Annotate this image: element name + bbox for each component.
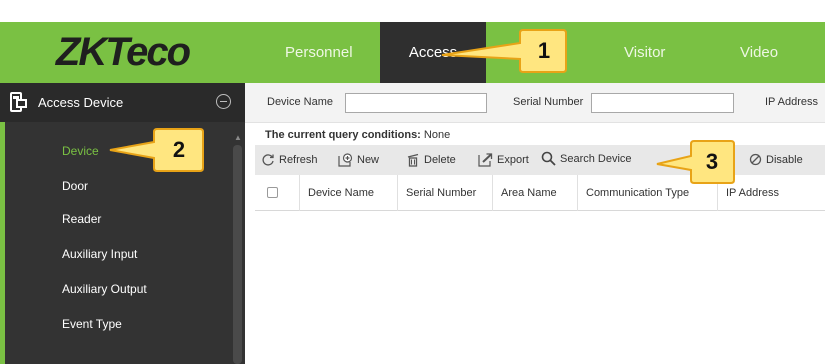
callout-2-number: 2 <box>172 137 186 162</box>
refresh-icon <box>262 154 274 166</box>
callout-1-number: 1 <box>537 38 551 63</box>
search-device-label: Search Device <box>560 152 632 165</box>
select-all-checkbox[interactable] <box>267 187 278 198</box>
callout-2: 2 <box>108 128 206 172</box>
delete-label: Delete <box>424 154 456 166</box>
select-all-cell <box>255 175 300 211</box>
sidebar-item-device[interactable]: Device <box>62 144 99 158</box>
search-device-button[interactable]: Search Device <box>541 151 632 166</box>
refresh-label: Refresh <box>279 154 318 166</box>
disable-button[interactable]: Disable <box>749 153 803 166</box>
scroll-up-icon[interactable]: ▲ <box>234 133 242 142</box>
sidebar-active-accent <box>0 122 5 364</box>
new-button[interactable]: New <box>338 153 379 167</box>
device-name-input[interactable] <box>345 93 487 113</box>
serial-number-label: Serial Number <box>513 96 584 108</box>
sidebar-group-label: Access Device <box>38 95 124 110</box>
device-icon <box>10 92 27 112</box>
zkteco-logo: ZKTeco <box>0 22 245 83</box>
tab-personnel[interactable]: Personnel <box>285 22 353 83</box>
export-button[interactable]: Export <box>478 153 529 167</box>
callout-3: 3 <box>655 140 755 184</box>
column-header-area-name[interactable]: Area Name <box>493 175 578 211</box>
sidebar-scrollbar[interactable] <box>233 145 242 364</box>
refresh-button[interactable]: Refresh <box>261 153 318 167</box>
new-icon <box>338 153 353 167</box>
sidebar-item-auxiliary-output[interactable]: Auxiliary Output <box>62 282 147 296</box>
export-icon <box>478 153 493 167</box>
device-table-body <box>255 211 825 364</box>
callout-1: 1 <box>440 29 570 73</box>
search-icon <box>541 151 556 166</box>
sidebar-item-door[interactable]: Door <box>62 179 88 193</box>
ip-address-label: IP Address <box>765 96 818 108</box>
serial-number-input[interactable] <box>591 93 734 113</box>
device-name-label: Device Name <box>267 96 334 108</box>
sidebar-item-auxiliary-input[interactable]: Auxiliary Input <box>62 247 137 261</box>
query-bar: Device Name Serial Number IP Address <box>245 83 825 123</box>
sidebar-group-access-device[interactable]: Access Device <box>0 83 245 122</box>
export-label: Export <box>497 154 529 166</box>
delete-button[interactable]: Delete <box>406 153 456 167</box>
disable-label: Disable <box>766 153 803 166</box>
sidebar: Access Device ▲ Device Door Reader Auxil… <box>0 83 245 364</box>
sidebar-item-reader[interactable]: Reader <box>62 212 101 226</box>
column-header-device-name[interactable]: Device Name <box>300 175 398 211</box>
new-label: New <box>357 154 380 166</box>
column-header-serial-number[interactable]: Serial Number <box>398 175 493 211</box>
main-panel: Device Name Serial Number IP Address The… <box>245 83 825 364</box>
query-conditions: The current query conditions: None <box>265 129 450 141</box>
delete-icon <box>407 153 419 167</box>
query-conditions-value: None <box>423 129 451 141</box>
sidebar-item-event-type[interactable]: Event Type <box>62 317 122 331</box>
collapse-icon[interactable] <box>216 94 231 109</box>
callout-3-number: 3 <box>705 149 719 174</box>
top-navigation-bar: ZKTeco Personnel Access Visitor Video <box>0 22 825 83</box>
query-conditions-prefix: The current query conditions: <box>265 129 421 141</box>
tab-visitor[interactable]: Visitor <box>624 22 665 83</box>
tab-video[interactable]: Video <box>740 22 778 83</box>
logo-text: ZKTeco <box>55 30 191 74</box>
